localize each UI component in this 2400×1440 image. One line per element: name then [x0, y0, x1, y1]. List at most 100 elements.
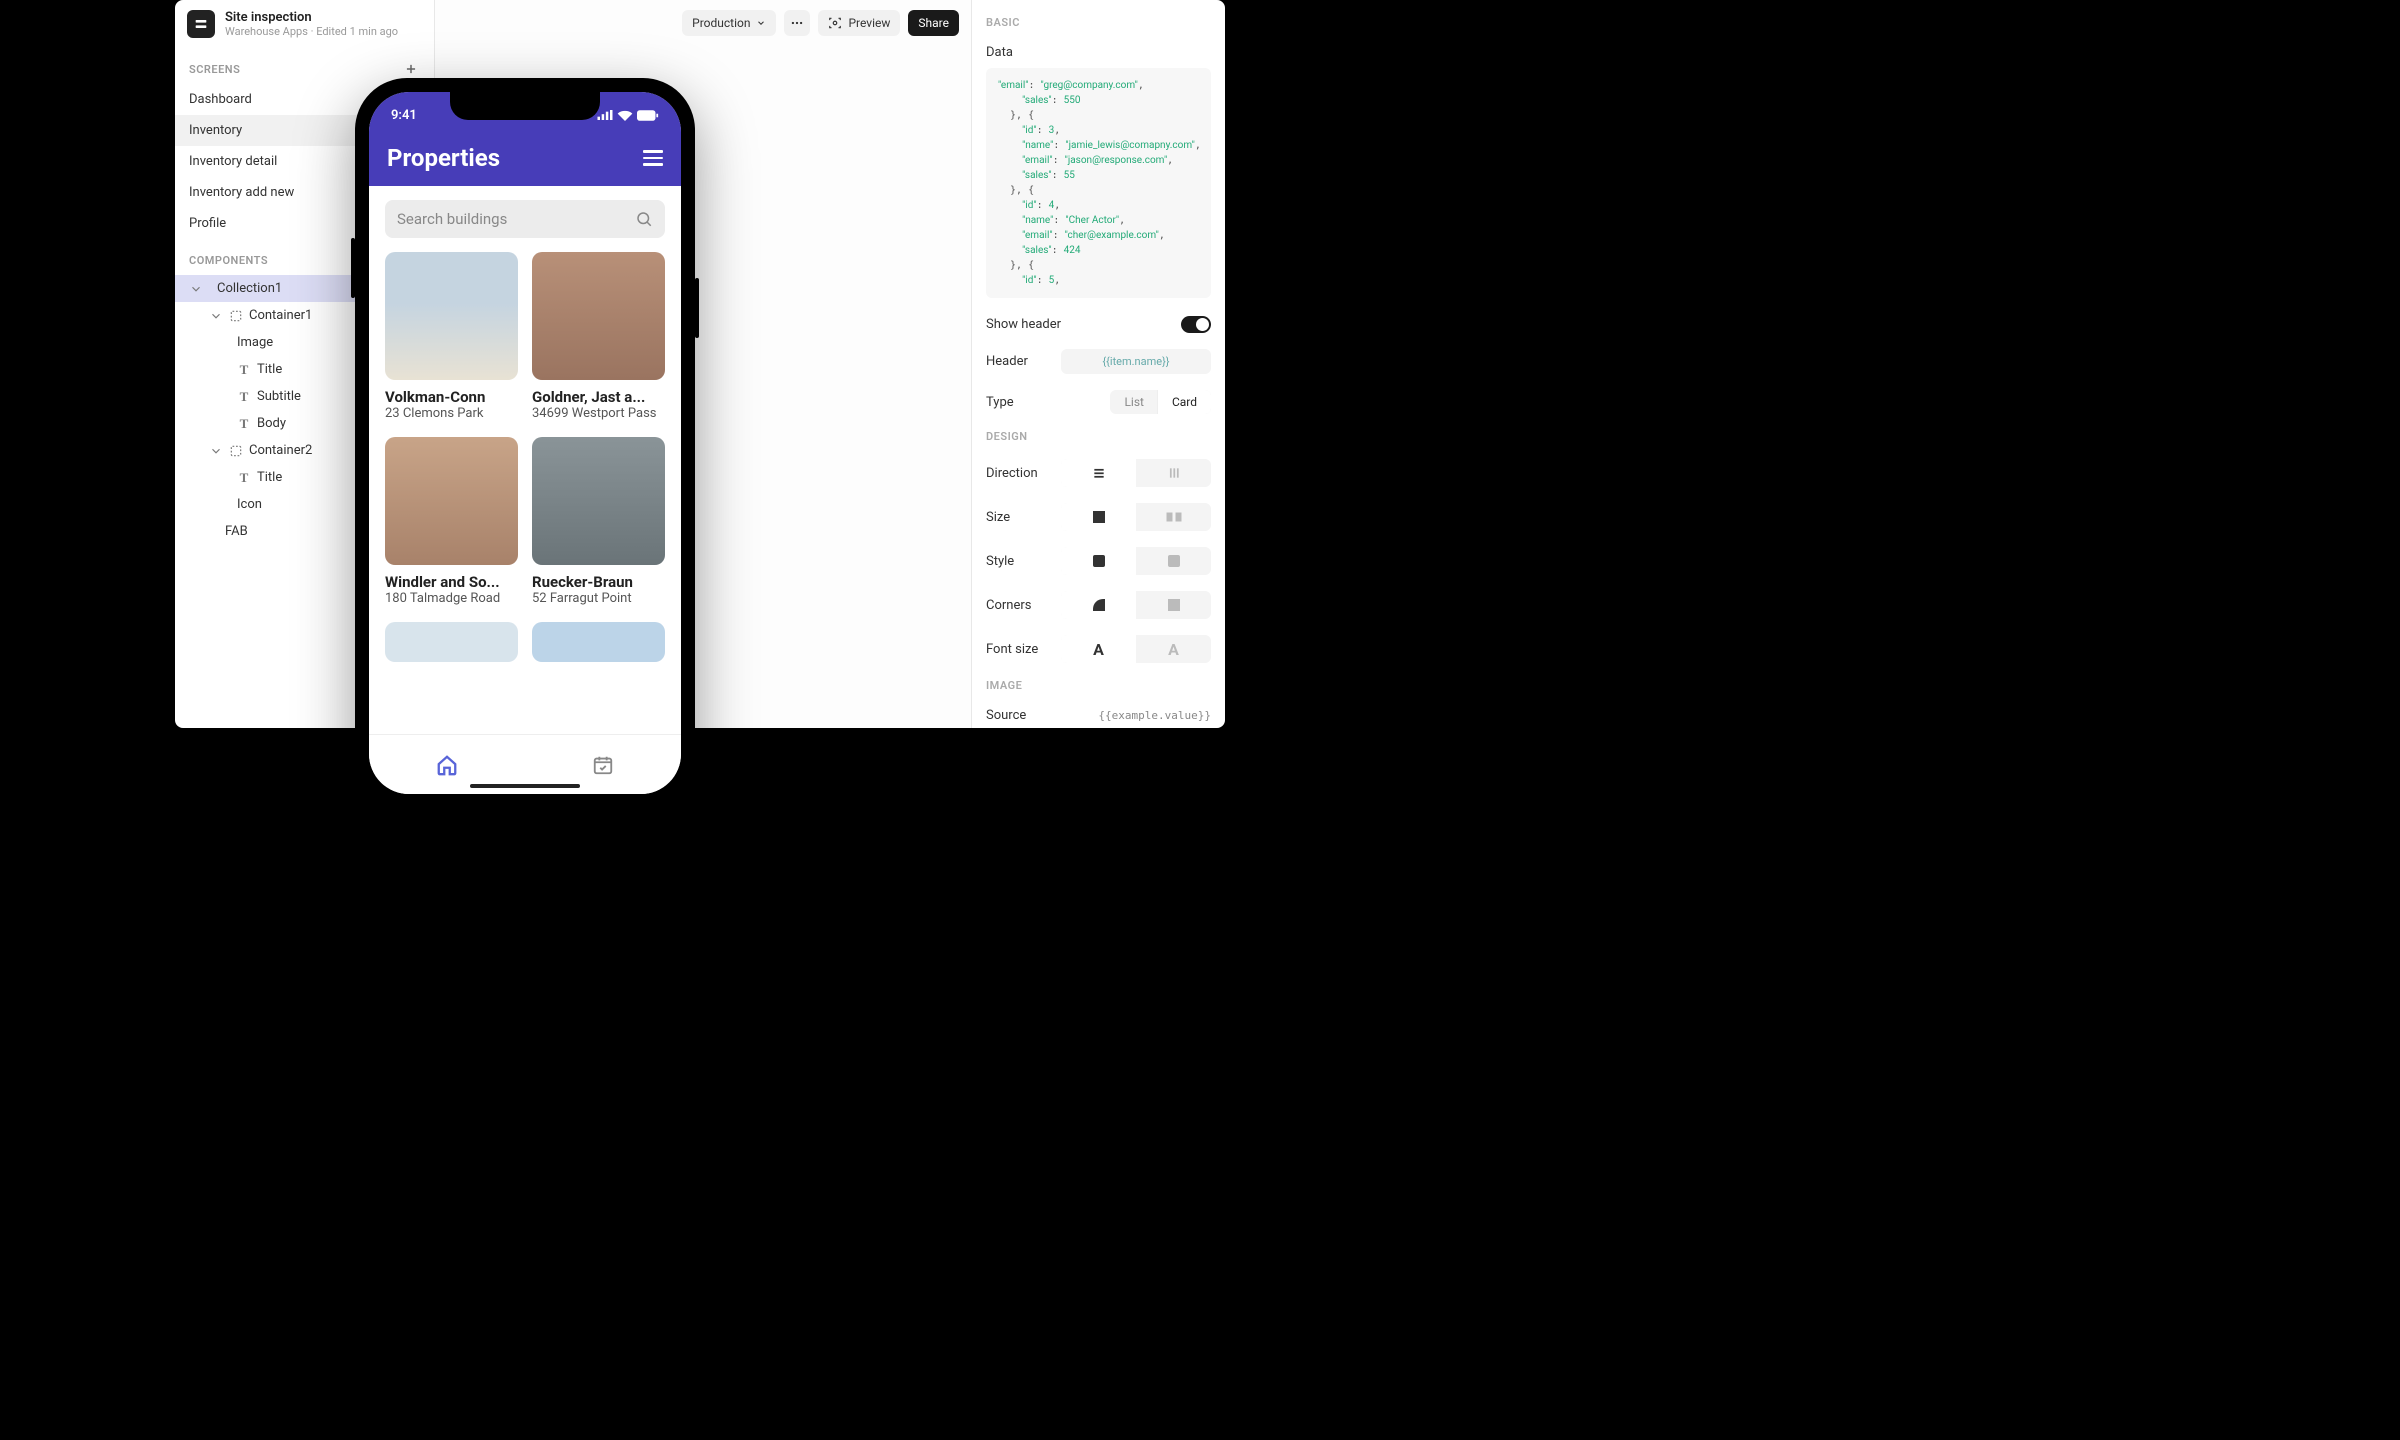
card-title: Goldner, Jast a...	[532, 388, 665, 406]
card-subtitle: 180 Talmadge Road	[385, 591, 518, 608]
more-button[interactable]	[784, 10, 810, 36]
type-card-option[interactable]: Card	[1158, 390, 1211, 414]
card-image	[385, 252, 518, 380]
card-title: Windler and So...	[385, 573, 518, 591]
tree-label: Title	[257, 470, 282, 485]
tree-label: FAB	[225, 524, 248, 539]
corners-square[interactable]	[1136, 591, 1211, 619]
chevron-down-icon	[756, 18, 766, 28]
env-label: Production	[692, 16, 750, 30]
card-title: Volkman-Conn	[385, 388, 518, 406]
show-header-label: Show header	[986, 317, 1061, 332]
size-segmented	[1061, 503, 1211, 531]
top-bar: Production Preview Share	[670, 0, 971, 46]
size-label: Size	[986, 510, 1010, 525]
builder-window: Site inspection Warehouse Apps · Edited …	[175, 0, 1225, 728]
home-indicator	[470, 784, 580, 788]
corners-rounded[interactable]	[1061, 591, 1136, 619]
source-value[interactable]: {{example.value}}	[1098, 709, 1211, 722]
size-option-1[interactable]	[1061, 503, 1136, 531]
search-input[interactable]: Search buildings	[385, 200, 665, 238]
preview-label: Preview	[848, 16, 890, 30]
components-label: COMPONENTS	[189, 254, 268, 267]
basic-section-label: BASIC	[972, 8, 1225, 37]
search-placeholder: Search buildings	[397, 210, 507, 228]
app-subtitle: Warehouse Apps · Edited 1 min ago	[225, 25, 398, 38]
home-icon[interactable]	[436, 754, 458, 776]
battery-icon	[637, 110, 659, 121]
card-subtitle: 52 Farragut Point	[532, 591, 665, 608]
font-size-label: Font size	[986, 642, 1038, 657]
card-image	[532, 252, 665, 380]
text-icon: T	[237, 390, 251, 404]
container-icon	[229, 444, 243, 458]
type-list-option[interactable]: List	[1110, 390, 1158, 414]
calendar-icon[interactable]	[592, 754, 614, 776]
dots-icon	[790, 16, 804, 30]
font-size-segmented: A A	[1061, 635, 1211, 663]
corners-segmented	[1061, 591, 1211, 619]
card-image	[532, 437, 665, 565]
direction-horizontal[interactable]	[1136, 459, 1211, 487]
search-icon	[635, 210, 653, 228]
card-subtitle: 34699 Westport Pass	[532, 406, 665, 423]
direction-label: Direction	[986, 466, 1038, 481]
tree-label: Body	[257, 416, 286, 431]
property-card[interactable]: Volkman-Conn 23 Clemons Park	[385, 252, 518, 423]
container-icon	[229, 309, 243, 323]
type-label: Type	[986, 395, 1014, 410]
status-time: 9:41	[391, 108, 417, 123]
type-segmented: List Card	[1110, 390, 1211, 414]
share-label: Share	[918, 16, 949, 30]
property-card[interactable]	[385, 622, 518, 662]
card-subtitle: 23 Clemons Park	[385, 406, 518, 423]
direction-vertical[interactable]	[1061, 459, 1136, 487]
style-segmented	[1061, 547, 1211, 575]
design-section-label: DESIGN	[972, 422, 1225, 451]
property-card[interactable]	[532, 622, 665, 662]
phone-notch	[450, 92, 600, 120]
tree-label: Icon	[237, 497, 262, 512]
header-input[interactable]: {{item.name}}	[1061, 349, 1211, 374]
share-button[interactable]: Share	[908, 10, 959, 36]
right-panel: BASIC Data "email": "greg@company.com", …	[971, 0, 1225, 728]
tree-label: Container2	[249, 443, 312, 458]
phone-preview: 9:41 Properties Search buildings Volkman…	[355, 78, 695, 808]
card-image	[532, 622, 665, 662]
phone-title: Properties	[387, 144, 500, 172]
text-icon: T	[237, 417, 251, 431]
direction-segmented	[1061, 459, 1211, 487]
show-header-toggle[interactable]	[1181, 316, 1211, 333]
font-regular[interactable]: A	[1061, 635, 1136, 663]
card-image	[385, 622, 518, 662]
style-option-1[interactable]	[1061, 547, 1136, 575]
tree-label: Collection1	[217, 281, 282, 296]
data-code-preview[interactable]: "email": "greg@company.com", "sales": 55…	[986, 68, 1211, 298]
environment-selector[interactable]: Production	[682, 10, 776, 36]
two-col-icon	[1165, 511, 1183, 523]
rows-icon	[1092, 466, 1106, 480]
size-option-2[interactable]	[1136, 503, 1211, 531]
tree-label: Subtitle	[257, 389, 301, 404]
style-option-2[interactable]	[1136, 547, 1211, 575]
font-large[interactable]: A	[1136, 635, 1211, 663]
property-card[interactable]: Windler and So... 180 Talmadge Road	[385, 437, 518, 608]
add-screen-button[interactable]	[402, 60, 420, 78]
header-label: Header	[986, 354, 1028, 369]
app-title: Site inspection	[225, 10, 398, 25]
chevron-down-icon	[209, 309, 223, 323]
menu-button[interactable]	[643, 150, 663, 166]
text-icon: T	[237, 471, 251, 485]
chevron-down-icon	[189, 282, 203, 296]
scan-icon	[828, 16, 842, 30]
preview-button[interactable]: Preview	[818, 10, 900, 36]
phone-body: Search buildings Volkman-Conn 23 Clemons…	[369, 186, 681, 734]
card-title: Ruecker-Braun	[532, 573, 665, 591]
property-card[interactable]: Goldner, Jast a... 34699 Westport Pass	[532, 252, 665, 423]
property-card[interactable]: Ruecker-Braun 52 Farragut Point	[532, 437, 665, 608]
sidebar-header: Site inspection Warehouse Apps · Edited …	[175, 0, 434, 48]
phone-screen: 9:41 Properties Search buildings Volkman…	[369, 92, 681, 794]
source-label: Source	[986, 708, 1026, 723]
style-label: Style	[986, 554, 1014, 569]
signal-icon	[597, 110, 613, 120]
